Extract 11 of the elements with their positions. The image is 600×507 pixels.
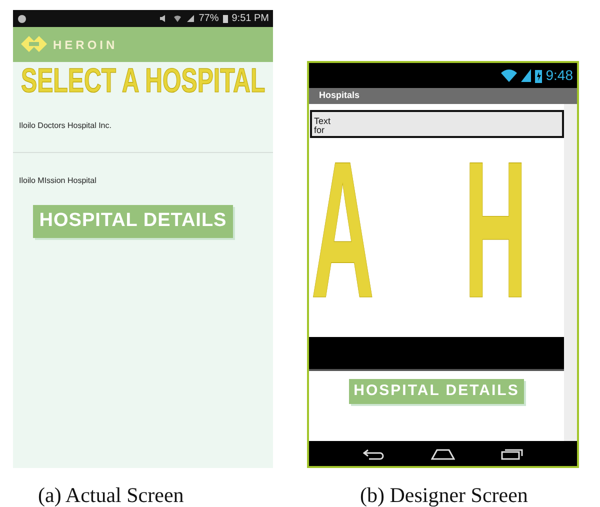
title-bar: Hospitals <box>309 88 577 104</box>
logo-text: HEROIN <box>53 36 118 54</box>
figure-caption: (a) Actual Screen <box>38 482 184 507</box>
figure-caption: (b) Designer Screen <box>360 482 528 507</box>
status-time: 9:48 <box>546 66 573 85</box>
text-box[interactable]: Text for <box>310 110 564 138</box>
hospital-item[interactable]: Iloilo MIssion Hospital <box>13 175 273 187</box>
battery-percentage: 77% <box>198 12 219 26</box>
hospital-item[interactable]: Iloilo Doctors Hospital Inc. <box>13 120 273 132</box>
screen-title: SELECT A HOSPITAL <box>21 64 266 98</box>
status-time: 9:51 PM <box>232 12 269 26</box>
